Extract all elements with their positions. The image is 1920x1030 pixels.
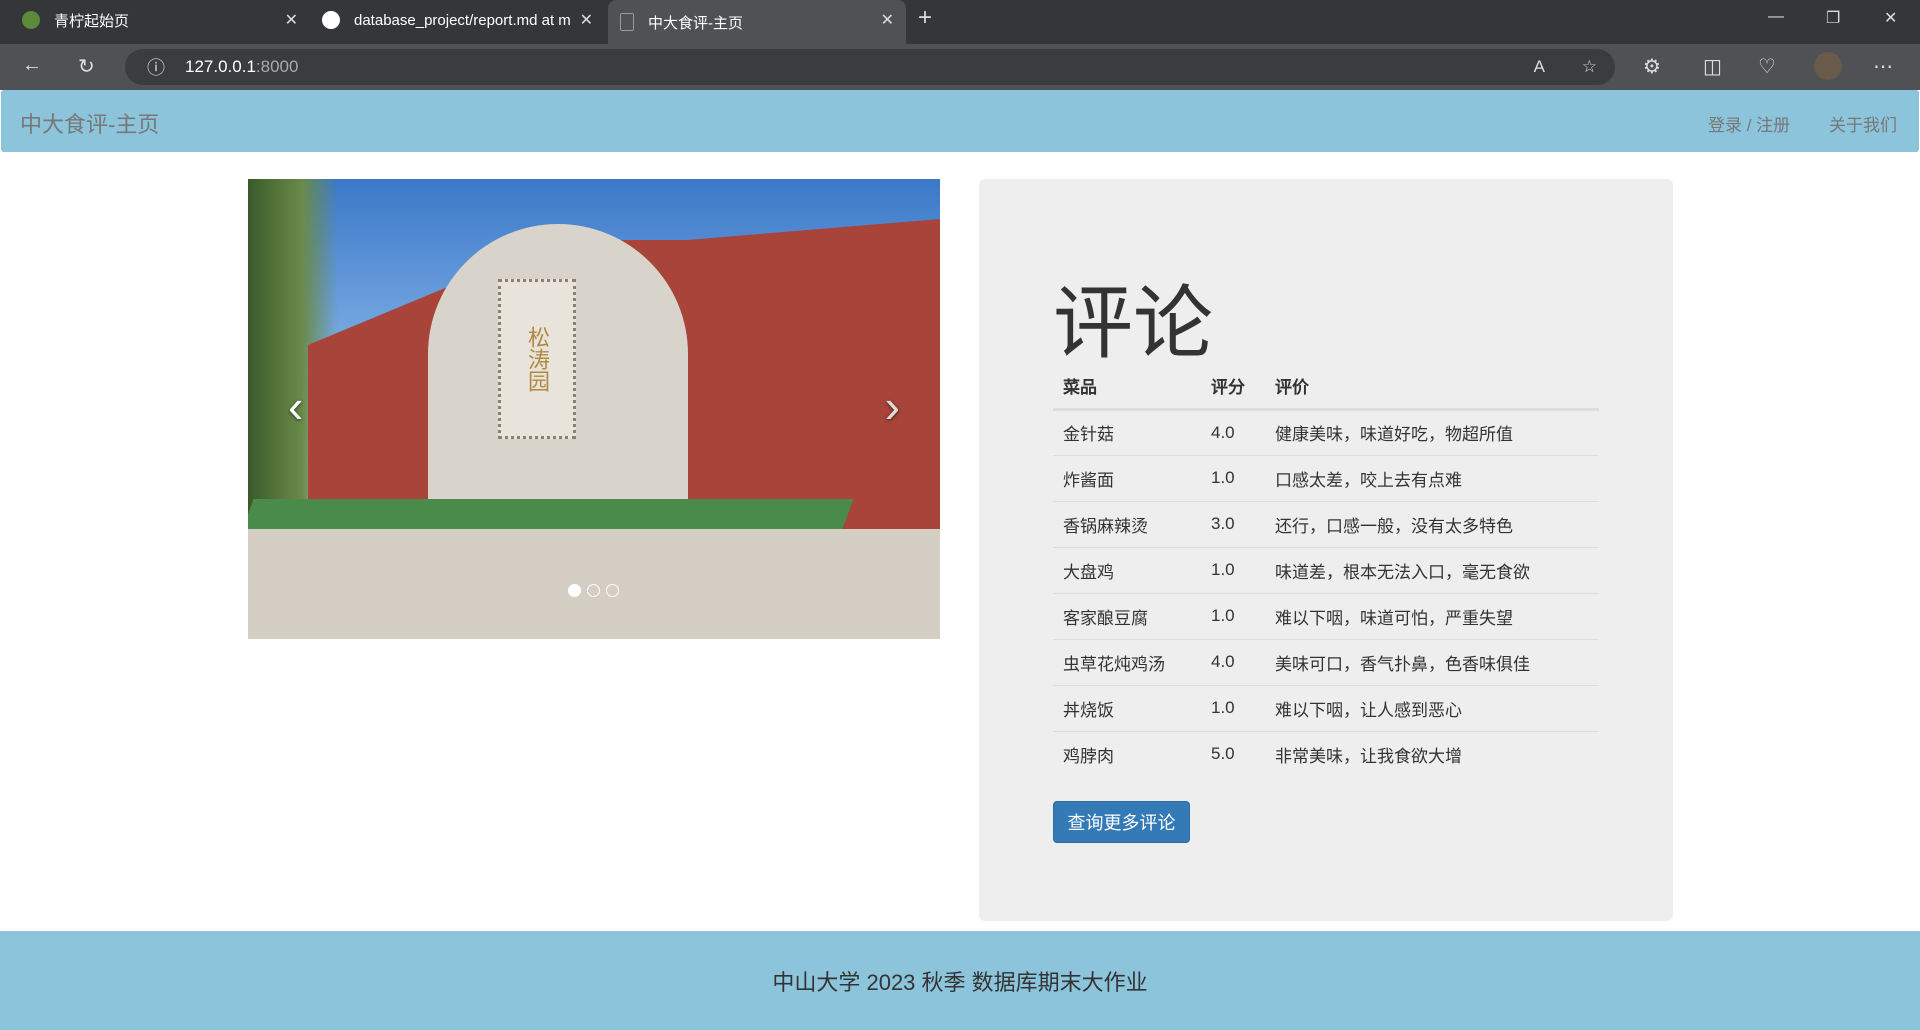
reviews-title: 评论 bbox=[1053, 279, 1213, 368]
url-input[interactable]: ⓘ 127.0.0.1:8000 A ☆ bbox=[125, 49, 1615, 85]
cell-score: 1.0 bbox=[1201, 592, 1265, 639]
close-tab-icon[interactable]: ✕ bbox=[285, 10, 298, 30]
carousel-next-icon[interactable]: › bbox=[885, 379, 900, 433]
column-header-score: 评分 bbox=[1201, 363, 1265, 411]
address-bar-row: ← ↻ ⓘ 127.0.0.1:8000 A ☆ ⚙ ◫ ♡ ⋯ bbox=[0, 44, 1920, 90]
carousel-indicators bbox=[568, 584, 619, 597]
cell-dish: 虫草花炖鸡汤 bbox=[1053, 638, 1201, 685]
cell-score: 5.0 bbox=[1201, 730, 1265, 777]
table-row: 丼烧饭 1.0 难以下咽，让人感到恶心 bbox=[1053, 684, 1599, 731]
cell-comment: 味道差，根本无法入口，毫无食欲 bbox=[1265, 546, 1599, 593]
cell-dish: 鸡脖肉 bbox=[1053, 730, 1201, 777]
close-tab-icon[interactable]: ✕ bbox=[580, 10, 593, 30]
tab-title: 中大食评-主页 bbox=[648, 14, 743, 32]
close-tab-icon[interactable]: ✕ bbox=[881, 10, 894, 30]
table-row: 金针菇 4.0 健康美味，味道好吃，物超所值 bbox=[1053, 408, 1599, 455]
table-row: 大盘鸡 1.0 味道差，根本无法入口，毫无食欲 bbox=[1053, 546, 1599, 593]
more-menu-icon[interactable]: ⋯ bbox=[1873, 54, 1893, 79]
cell-comment: 难以下咽，让人感到恶心 bbox=[1265, 684, 1599, 731]
carousel-indicator[interactable] bbox=[606, 584, 619, 597]
cell-score: 1.0 bbox=[1201, 546, 1265, 593]
info-icon: ⓘ bbox=[147, 58, 165, 78]
table-row: 鸡脖肉 5.0 非常美味，让我食欲大增 bbox=[1053, 730, 1599, 777]
green-roof-tiles bbox=[248, 499, 854, 529]
split-screen-icon[interactable]: ◫ bbox=[1703, 54, 1722, 79]
tab-current[interactable]: 中大食评-主页 ✕ bbox=[608, 0, 906, 44]
close-window-icon[interactable]: ✕ bbox=[1884, 8, 1897, 28]
minimize-icon[interactable]: — bbox=[1768, 8, 1784, 26]
cell-score: 4.0 bbox=[1201, 408, 1265, 455]
browser-tab-bar: 青柠起始页 ✕ database_project/report.md at m … bbox=[0, 0, 1920, 44]
footer-text: 中山大学 2023 秋季 数据库期末大作业 bbox=[772, 969, 1148, 995]
profile-avatar[interactable] bbox=[1814, 52, 1842, 80]
table-row: 客家酿豆腐 1.0 难以下咽，味道可怕，严重失望 bbox=[1053, 592, 1599, 639]
site-brand[interactable]: 中大食评-主页 bbox=[20, 107, 159, 139]
tab-title: 青柠起始页 bbox=[54, 12, 130, 30]
refresh-icon[interactable]: ↻ bbox=[78, 54, 95, 79]
url-host: 127.0.0.1 bbox=[185, 57, 256, 76]
cell-score: 4.0 bbox=[1201, 638, 1265, 685]
table-row: 虫草花炖鸡汤 4.0 美味可口，香气扑鼻，色香味俱佳 bbox=[1053, 638, 1599, 685]
restore-icon[interactable]: ❐ bbox=[1826, 8, 1840, 28]
tab-github[interactable]: database_project/report.md at m ✕ bbox=[310, 0, 605, 40]
page-icon bbox=[620, 13, 634, 31]
cell-dish: 炸酱面 bbox=[1053, 454, 1201, 501]
reviews-table: 菜品 评分 评价 金针菇 4.0 健康美味，味道好吃，物超所值 炸酱面 1.0 口感太差，… bbox=[1053, 363, 1599, 777]
building-sign: 松涛园 bbox=[498, 279, 576, 439]
github-icon bbox=[322, 11, 340, 29]
favorites-icon[interactable]: ♡ bbox=[1758, 54, 1776, 79]
more-reviews-button[interactable]: 查询更多评论 bbox=[1053, 801, 1190, 843]
cell-comment: 非常美味，让我食欲大增 bbox=[1265, 730, 1599, 777]
read-aloud-icon[interactable]: A bbox=[1534, 57, 1545, 77]
cell-comment: 美味可口，香气扑鼻，色香味俱佳 bbox=[1265, 638, 1599, 685]
cell-comment: 还行，口感一般，没有太多特色 bbox=[1265, 500, 1599, 547]
cell-score: 1.0 bbox=[1201, 684, 1265, 731]
url-port: :8000 bbox=[255, 57, 299, 76]
carousel-prev-icon[interactable]: ‹ bbox=[288, 379, 303, 433]
table-row: 香锅麻辣烫 3.0 还行，口感一般，没有太多特色 bbox=[1053, 500, 1599, 547]
cell-dish: 丼烧饭 bbox=[1053, 684, 1201, 731]
cell-comment: 健康美味，味道好吃，物超所值 bbox=[1265, 408, 1599, 455]
cell-dish: 金针菇 bbox=[1053, 408, 1201, 455]
cell-score: 1.0 bbox=[1201, 454, 1265, 501]
cell-dish: 大盘鸡 bbox=[1053, 546, 1201, 593]
site-navbar: 中大食评-主页 登录 / 注册 关于我们 bbox=[1, 90, 1919, 152]
reviews-panel: 评论 菜品 评分 评价 金针菇 4.0 健康美味，味道好吃，物超所值 炸酱面 1.0 口感… bbox=[979, 179, 1673, 921]
carousel-indicator[interactable] bbox=[587, 584, 600, 597]
cell-comment: 口感太差，咬上去有点难 bbox=[1265, 454, 1599, 501]
column-header-dish: 菜品 bbox=[1053, 363, 1201, 411]
lime-icon bbox=[22, 11, 40, 29]
cell-dish: 香锅麻辣烫 bbox=[1053, 500, 1201, 547]
cell-score: 3.0 bbox=[1201, 500, 1265, 547]
cell-comment: 难以下咽，味道可怕，严重失望 bbox=[1265, 592, 1599, 639]
tab-title: database_project/report.md at m bbox=[354, 11, 571, 29]
carousel-indicator[interactable] bbox=[568, 584, 581, 597]
favorite-star-icon[interactable]: ☆ bbox=[1582, 57, 1597, 77]
new-tab-icon[interactable]: + bbox=[918, 4, 932, 32]
login-register-link[interactable]: 登录 / 注册 bbox=[1708, 111, 1790, 136]
table-row: 炸酱面 1.0 口感太差，咬上去有点难 bbox=[1053, 454, 1599, 501]
extensions-icon[interactable]: ⚙ bbox=[1643, 54, 1661, 79]
image-carousel: 松涛园 ‹ › bbox=[248, 179, 940, 639]
site-footer: 中山大学 2023 秋季 数据库期末大作业 bbox=[0, 931, 1920, 1030]
back-icon[interactable]: ← bbox=[22, 54, 42, 77]
about-us-link[interactable]: 关于我们 bbox=[1829, 111, 1897, 136]
tab-qingning[interactable]: 青柠起始页 ✕ bbox=[10, 0, 310, 40]
cell-dish: 客家酿豆腐 bbox=[1053, 592, 1201, 639]
column-header-comment: 评价 bbox=[1265, 363, 1599, 411]
